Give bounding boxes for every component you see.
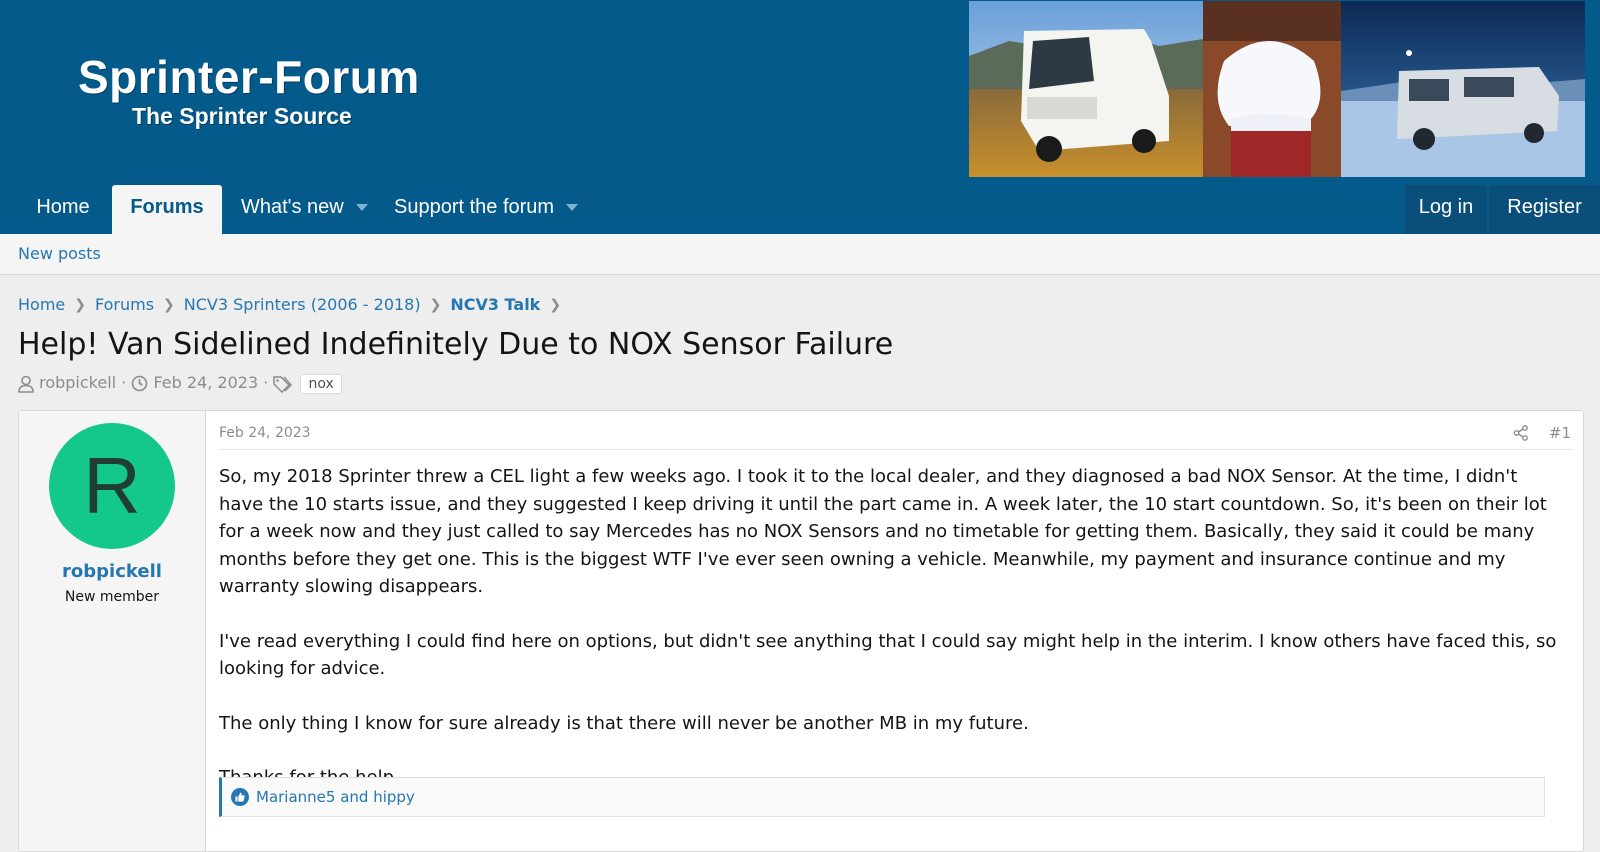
reactions-users[interactable]: Marianne5 and hippy [256, 788, 415, 806]
chevron-right-icon: ❯ [74, 296, 86, 313]
sub-navigation: New posts [0, 234, 1600, 275]
thread-author[interactable]: robpickell [39, 373, 116, 392]
nav-support-label: Support the forum [394, 196, 555, 218]
site-header: Sprinter-Forum The Sprinter Source [0, 0, 1600, 234]
post-user-pane: R robpickell New member [19, 411, 206, 851]
breadcrumb: Home ❯ Forums ❯ NCV3 Sprinters (2006 - 2018)… [18, 294, 570, 314]
share-icon[interactable] [1513, 425, 1529, 441]
post-paragraph: So, my 2018 Sprinter threw a CEL light a… [219, 466, 1547, 597]
post-message: R robpickell New member Feb 24, 2023 #1 … [18, 410, 1584, 852]
clock-icon [132, 375, 148, 392]
post-paragraph: I've read everything I could find here o… [219, 630, 1557, 680]
post-number[interactable]: #1 [1549, 424, 1571, 442]
thread-title: Help! Van Sidelined Indefinitely Due to … [18, 327, 894, 362]
breadcrumb-forums[interactable]: Forums [95, 295, 154, 314]
like-icon [231, 788, 249, 806]
chevron-right-icon: ❯ [163, 296, 175, 313]
nav-whats-new[interactable]: What's new [241, 185, 368, 234]
chevron-right-icon: ❯ [429, 296, 442, 313]
breadcrumb-ncv3-sprinters[interactable]: NCV3 Sprinters (2006 - 2018) [184, 295, 421, 314]
post-body: So, my 2018 Sprinter threw a CEL light a… [219, 463, 1559, 819]
post-user-title: New member [64, 589, 160, 605]
site-logo-subtitle: The Sprinter Source [132, 103, 352, 129]
new-posts-link[interactable]: New posts [18, 244, 101, 263]
user-icon [18, 375, 34, 393]
chevron-down-icon[interactable] [355, 204, 368, 212]
breadcrumb-home[interactable]: Home [18, 295, 65, 314]
post-header: Feb 24, 2023 #1 [219, 423, 1573, 450]
thread-meta: robpickell · Feb 24, 2023 · nox [18, 373, 342, 394]
post-username[interactable]: robpickell [19, 561, 205, 582]
post-date[interactable]: Feb 24, 2023 [219, 425, 311, 441]
tags-icon [273, 375, 293, 393]
site-logo-title[interactable]: Sprinter-Forum [78, 50, 420, 104]
reactions-bar: Marianne5 and hippy [219, 777, 1545, 817]
nav-whats-new-label: What's new [241, 196, 344, 218]
login-button[interactable]: Log in [1405, 185, 1487, 234]
register-button[interactable]: Register [1489, 185, 1600, 234]
post-paragraph: The only thing I know for sure already i… [219, 712, 1029, 734]
avatar[interactable]: R [49, 423, 175, 549]
chevron-right-icon: ❯ [549, 296, 562, 313]
nav-forums[interactable]: Forums [112, 185, 222, 234]
header-banner-image [969, 1, 1585, 177]
thread-date[interactable]: Feb 24, 2023 [153, 373, 258, 392]
tag-nox[interactable]: nox [300, 373, 342, 394]
breadcrumb-ncv3-talk[interactable]: NCV3 Talk [450, 295, 540, 314]
nav-support[interactable]: Support the forum [394, 185, 579, 234]
nav-home[interactable]: Home [18, 185, 108, 234]
chevron-down-icon[interactable] [566, 204, 579, 212]
